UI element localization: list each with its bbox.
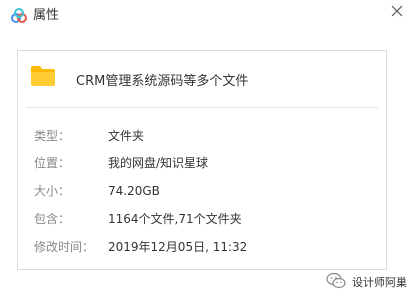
window-title: 属性 — [33, 8, 60, 23]
property-label: 位置： — [34, 156, 71, 170]
property-row-modified: 修改时间： 2019年12月05日, 11:32 — [34, 239, 374, 255]
property-value: 74.20GB — [108, 184, 160, 198]
property-value: 1164个文件,71个文件夹 — [108, 212, 242, 226]
watermark: 设计师阿巢 — [326, 272, 407, 290]
property-value: 我的网盘/知识星球 — [108, 156, 209, 170]
property-label: 修改时间： — [34, 240, 95, 254]
properties-panel: CRM管理系统源码等多个文件 类型： 文件夹 位置： 我的网盘/知识星球 大小：… — [17, 50, 387, 270]
file-name: CRM管理系统源码等多个文件 — [76, 74, 249, 89]
property-row-size: 大小： 74.20GB — [34, 183, 374, 199]
property-value: 2019年12月05日, 11:32 — [108, 240, 248, 254]
title-bar: 属性 — [0, 0, 415, 34]
watermark-text: 设计师阿巢 — [352, 276, 407, 289]
close-icon[interactable] — [389, 3, 405, 19]
baidu-netdisk-cloud-icon — [11, 8, 27, 23]
wechat-icon — [326, 272, 346, 289]
divider — [26, 107, 378, 108]
property-row-location: 位置： 我的网盘/知识星球 — [34, 155, 374, 171]
property-label: 类型： — [34, 129, 71, 143]
property-label: 包含： — [34, 212, 71, 226]
property-label: 大小： — [34, 184, 71, 198]
property-row-contains: 包含： 1164个文件,71个文件夹 — [34, 211, 374, 227]
folder-icon — [31, 66, 55, 86]
property-value: 文件夹 — [108, 129, 145, 143]
property-row-type: 类型： 文件夹 — [34, 128, 374, 144]
